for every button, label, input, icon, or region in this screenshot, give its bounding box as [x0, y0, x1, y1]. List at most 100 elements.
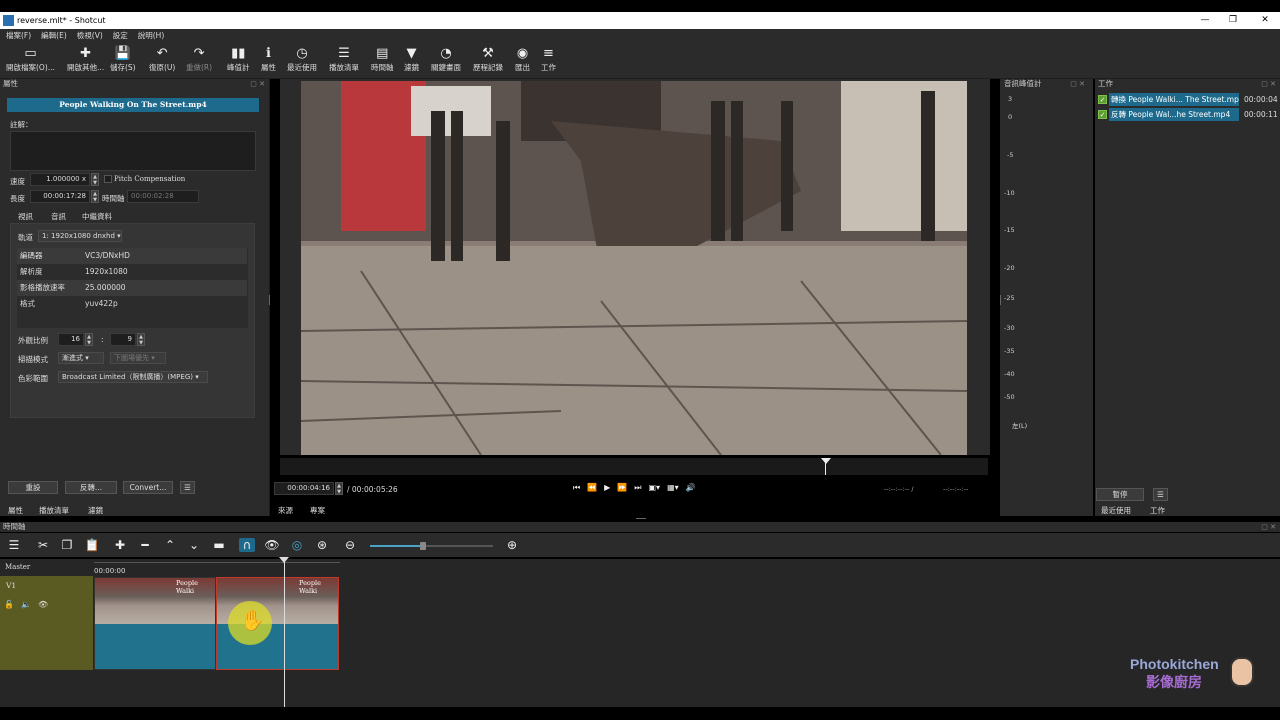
- history-button[interactable]: ⚒ 歷程記錄: [473, 44, 503, 73]
- keyframes-button[interactable]: ◔ 關鍵畫面: [431, 44, 461, 73]
- meter-dock-buttons[interactable]: ▢ ✕: [1070, 80, 1085, 88]
- tab-filters[interactable]: 濾鏡: [88, 505, 103, 516]
- pitch-checkbox[interactable]: [104, 175, 112, 183]
- append-icon[interactable]: ✚: [112, 538, 128, 552]
- timeline-menu-icon[interactable]: ☰: [6, 538, 22, 552]
- timecode-spinner[interactable]: ▲ ▼: [335, 482, 343, 495]
- rewind-icon[interactable]: ⏪: [587, 483, 597, 493]
- tab-source[interactable]: 來源: [278, 505, 293, 516]
- zoom-out-icon[interactable]: ⊖: [342, 538, 358, 552]
- redo-button[interactable]: ↷ 重做(R): [186, 44, 212, 73]
- playlist-button[interactable]: ☰ 播放清單: [329, 44, 359, 73]
- menu-help[interactable]: 說明(H): [138, 30, 165, 41]
- speed-input[interactable]: 1.000000 x: [30, 173, 90, 186]
- job-item[interactable]: ✓ 轉換 People Walki... The Street.mp4 00:0…: [1095, 93, 1278, 106]
- tab-properties[interactable]: 屬性: [8, 505, 23, 516]
- meter-splitter[interactable]: [1000, 295, 1001, 305]
- menu-edit[interactable]: 編輯(E): [41, 30, 67, 41]
- timeline-dock-buttons[interactable]: ▢ ✕: [1261, 523, 1276, 531]
- timeline-button[interactable]: ▤ 時間軸: [371, 44, 394, 73]
- time-ruler[interactable]: [94, 562, 340, 576]
- fast-forward-icon[interactable]: ⏩: [617, 483, 627, 493]
- tab-metadata[interactable]: 中繼資料: [82, 211, 112, 222]
- ripple-icon[interactable]: ◎: [289, 538, 305, 552]
- snap-icon[interactable]: ∩: [239, 538, 255, 552]
- grid-icon[interactable]: ▦▾: [667, 483, 679, 493]
- copy-icon[interactable]: ❐: [59, 538, 75, 552]
- timecode-input[interactable]: 00:00:04:16: [274, 482, 334, 495]
- paste-icon[interactable]: 📋: [84, 538, 100, 552]
- zoom-slider-handle[interactable]: [420, 542, 426, 550]
- recent-button[interactable]: ◷ 最近使用: [287, 44, 317, 73]
- timeline-playhead[interactable]: [284, 559, 285, 707]
- split-icon[interactable]: ▬: [211, 538, 227, 552]
- track-label: 軌道: [18, 233, 33, 242]
- timeline-clip[interactable]: People Walki: [94, 577, 216, 670]
- volume-icon[interactable]: 🔊: [686, 483, 696, 493]
- splitter-handle[interactable]: [269, 295, 270, 305]
- skip-next-icon[interactable]: ⏭: [634, 483, 641, 493]
- reverse-button[interactable]: 反轉...: [65, 481, 117, 494]
- menu-view[interactable]: 檢視(V): [77, 30, 103, 41]
- maximize-button[interactable]: ❐: [1218, 12, 1248, 29]
- minimize-button[interactable]: —: [1190, 12, 1220, 29]
- peak-meter-button[interactable]: ▮▮ 峰值計: [227, 44, 250, 73]
- open-other-button[interactable]: ✚ 開啟其他...: [67, 44, 104, 73]
- export-button[interactable]: ◉ 匯出: [515, 44, 530, 73]
- zoom-slider[interactable]: [370, 542, 493, 550]
- tab-project[interactable]: 專案: [310, 505, 325, 516]
- remove-icon[interactable]: ━: [137, 538, 153, 552]
- tab-recent[interactable]: 最近使用: [1101, 505, 1131, 516]
- job-item[interactable]: ✓ 反轉 People Wal...he Street.mp4 00:00:11: [1095, 108, 1278, 121]
- duration-spinner[interactable]: ▲ ▼: [91, 190, 99, 203]
- aspect-height-input[interactable]: 9: [110, 333, 136, 346]
- menu-file[interactable]: 檔案(F): [6, 30, 31, 41]
- color-range-select[interactable]: Broadcast Limited（限制廣播）(MPEG) ▾: [58, 371, 208, 383]
- duration-input[interactable]: 00:00:17:28: [30, 190, 90, 203]
- filter-button[interactable]: ▼ 濾鏡: [404, 44, 419, 73]
- reset-button[interactable]: 重設: [8, 481, 58, 494]
- scrub-icon[interactable]: 👁: [264, 538, 280, 552]
- convert-button[interactable]: Convert...: [123, 481, 173, 494]
- menu-settings[interactable]: 設定: [113, 30, 128, 41]
- cut-icon[interactable]: ✂: [35, 538, 51, 552]
- tab-playlist[interactable]: 播放清單: [39, 505, 69, 516]
- ripple-all-icon[interactable]: ⊛: [314, 538, 330, 552]
- aspect-width-input[interactable]: 16: [58, 333, 84, 346]
- lock-icon[interactable]: 🔓: [4, 600, 14, 609]
- dock-splitter[interactable]: [636, 518, 646, 519]
- undo-button[interactable]: ↶ 復原(U): [149, 44, 175, 73]
- tab-jobs[interactable]: 工作: [1150, 505, 1165, 516]
- zoom-fit-icon[interactable]: ▣▾: [649, 483, 661, 493]
- jobs-menu-button[interactable]: ☰: [1153, 488, 1168, 501]
- open-file-button[interactable]: ▭ 開啟檔案(O)...: [6, 44, 55, 73]
- mute-icon[interactable]: 🔈: [21, 600, 31, 609]
- properties-button[interactable]: ℹ 屬性: [261, 44, 276, 73]
- pause-jobs-button[interactable]: 暫停: [1096, 488, 1144, 501]
- track-header-v1[interactable]: V1 🔓 🔈 👁: [0, 576, 93, 670]
- skip-previous-icon[interactable]: ⏮: [573, 483, 580, 493]
- speed-spinner[interactable]: ▲ ▼: [91, 173, 99, 186]
- dock-buttons[interactable]: ▢ ✕: [250, 80, 265, 88]
- overwrite-icon[interactable]: ⌄: [186, 538, 202, 552]
- hide-icon[interactable]: 👁: [38, 600, 48, 609]
- save-button[interactable]: 💾 儲存(S): [110, 44, 136, 73]
- play-icon[interactable]: ▶: [604, 483, 610, 493]
- comments-textarea[interactable]: [10, 131, 256, 171]
- zoom-in-icon[interactable]: ⊕: [504, 538, 520, 552]
- tab-video[interactable]: 視訊: [18, 211, 33, 222]
- tab-audio[interactable]: 音訊: [51, 211, 66, 222]
- close-button[interactable]: ✕: [1250, 12, 1280, 29]
- export-label: 匯出: [515, 63, 530, 72]
- clip-label: People Walki: [299, 579, 321, 595]
- scan-mode-select[interactable]: 漸進式 ▾: [58, 352, 104, 364]
- zoom-slider-fill: [370, 545, 422, 547]
- track-select[interactable]: 1: 1920x1080 dnxhd ▾: [38, 230, 122, 242]
- aspect-height-spinner[interactable]: ▲ ▼: [137, 333, 145, 346]
- aspect-width-spinner[interactable]: ▲ ▼: [85, 333, 93, 346]
- lift-icon[interactable]: ⌃: [162, 538, 178, 552]
- jobs-button[interactable]: ≡ 工作: [541, 44, 556, 73]
- scrubber-bar[interactable]: [280, 458, 988, 475]
- properties-menu-button[interactable]: ☰: [180, 481, 195, 494]
- jobs-dock-buttons[interactable]: ▢ ✕: [1261, 80, 1276, 88]
